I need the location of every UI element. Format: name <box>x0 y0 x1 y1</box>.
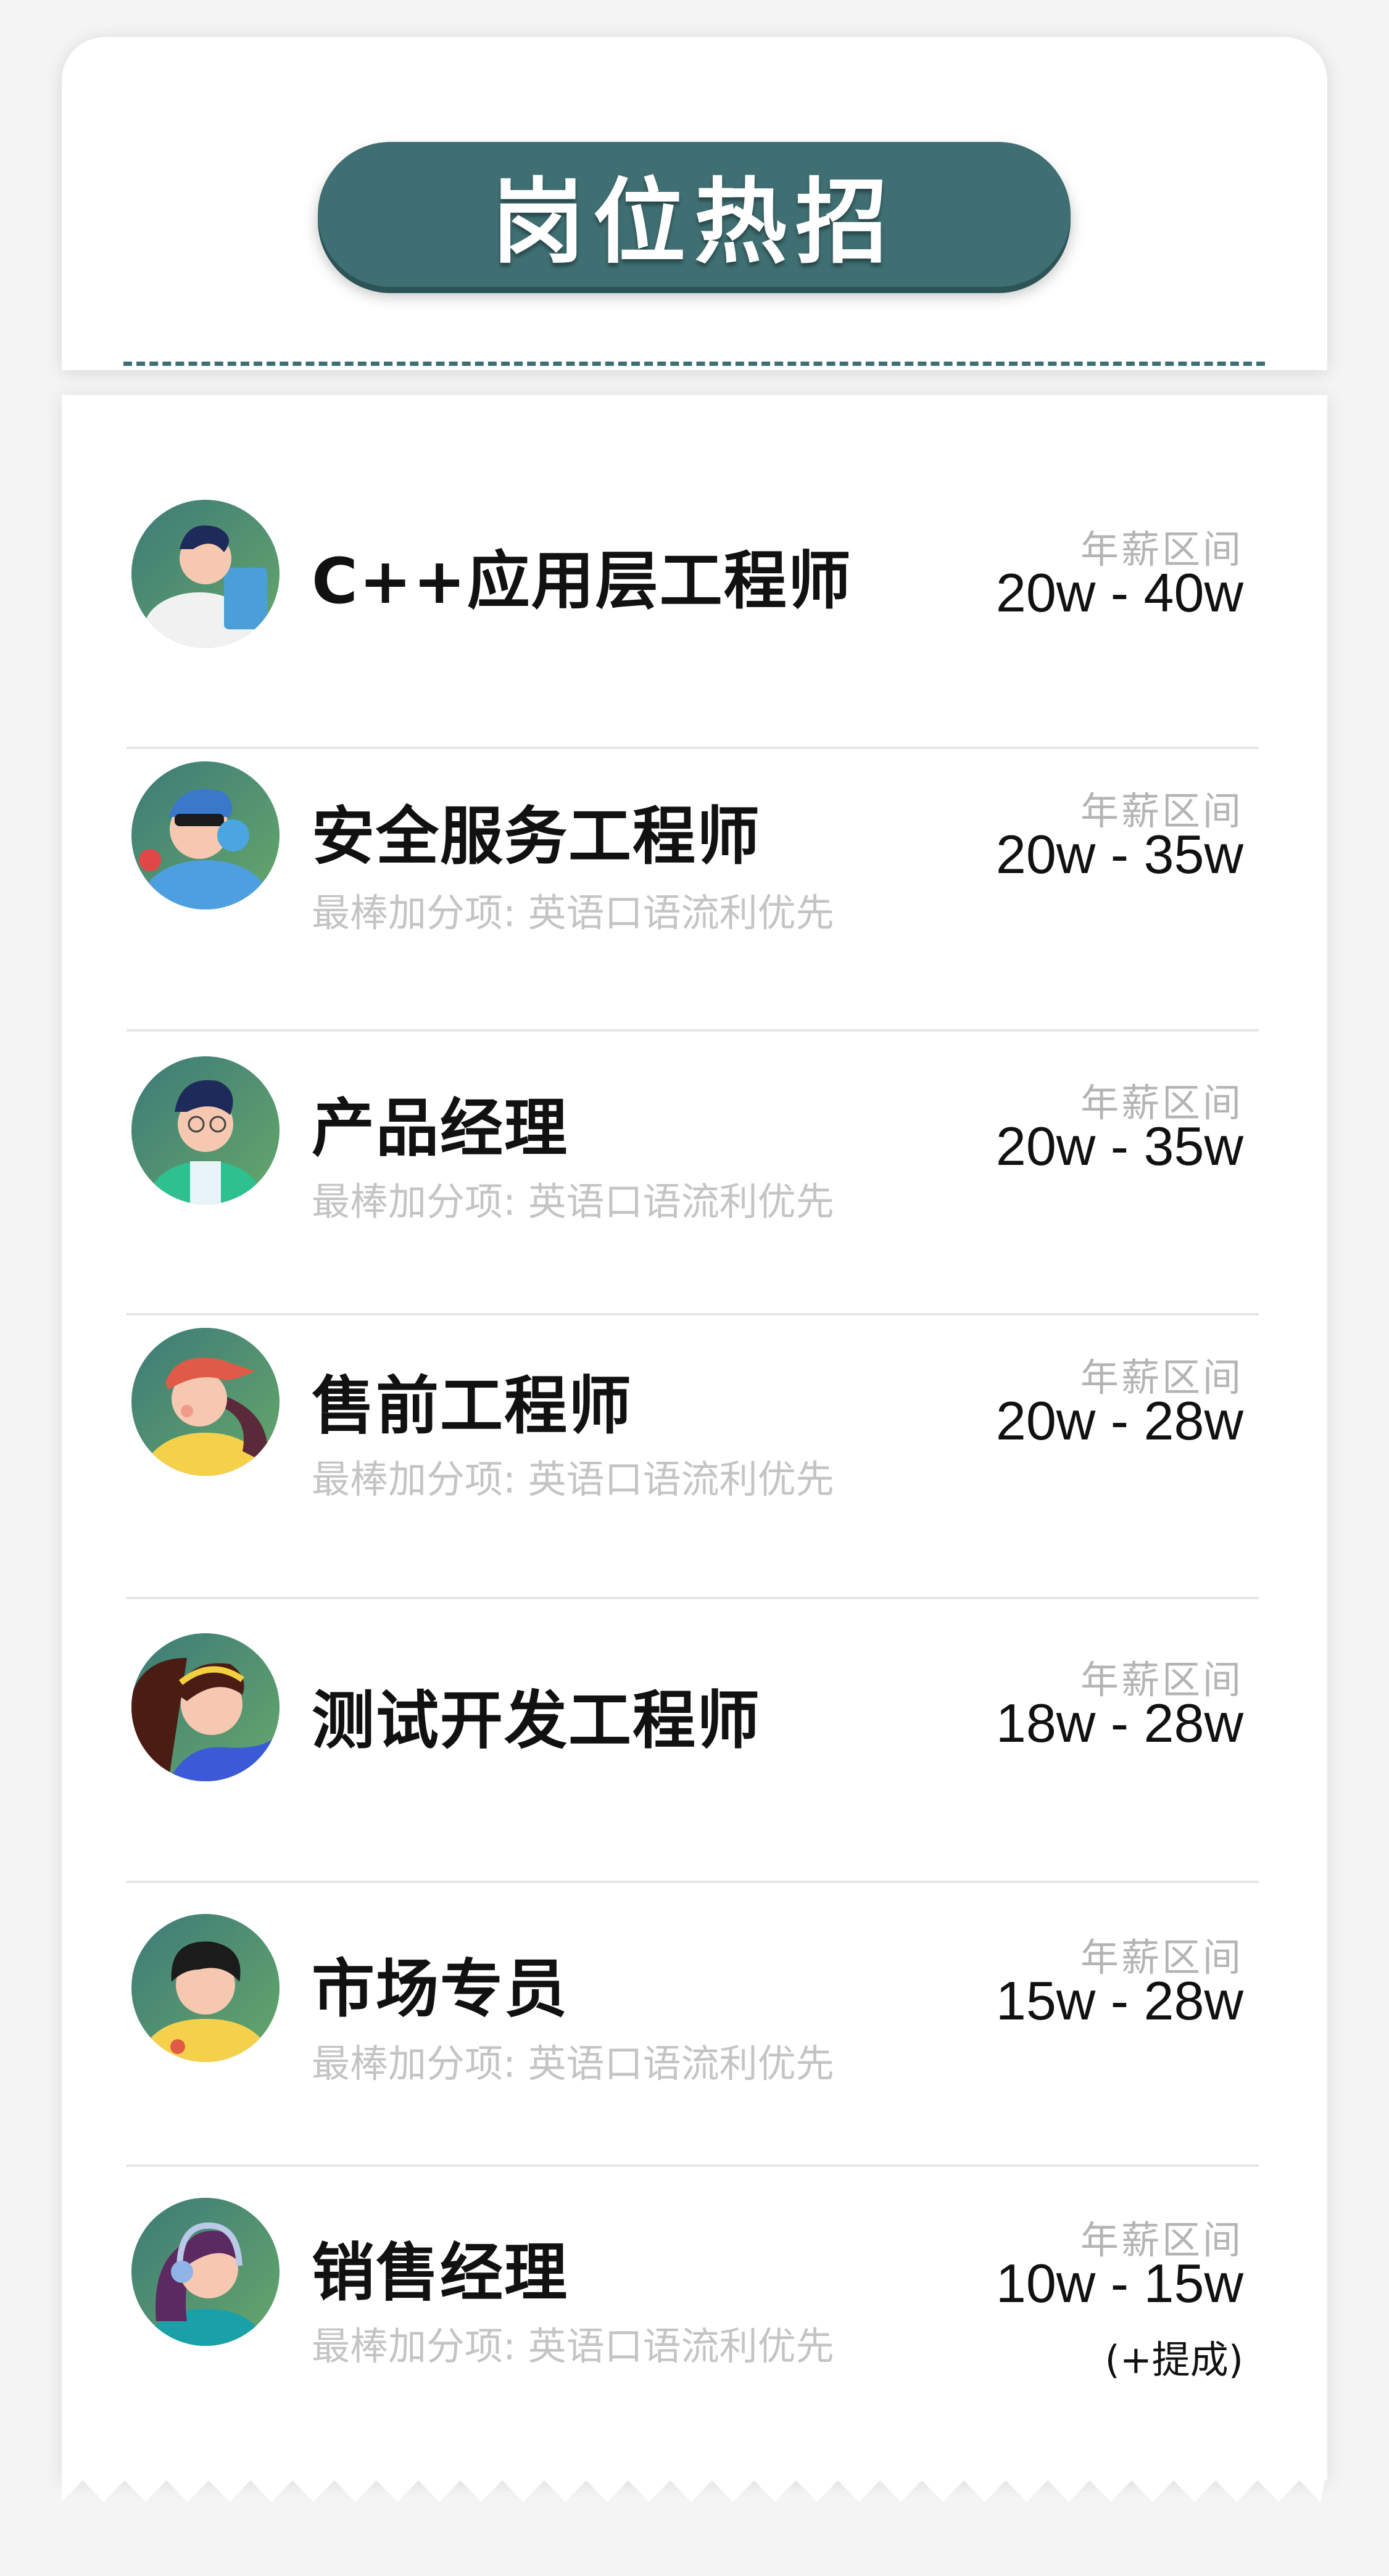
salary-range-value: 20w - 35w <box>995 1116 1243 1177</box>
section-title-pill: 岗位热招 <box>318 142 1071 287</box>
boy-with-tablet-avatar <box>131 500 280 648</box>
job-bonus-text: 最棒加分项: 英语口语流利优先 <box>312 2041 834 2086</box>
job-title: 售前工程师 <box>312 1370 632 1443</box>
job-bonus-text: 最棒加分项: 英语口语流利优先 <box>312 1179 834 1224</box>
job-bonus-text: 最棒加分项: 英语口语流利优先 <box>312 1457 834 1502</box>
salary-range-value: 18w - 28w <box>995 1692 1243 1754</box>
salary-range-value: 15w - 28w <box>995 1970 1243 2031</box>
job-title: 测试开发工程师 <box>312 1684 761 1758</box>
job-row[interactable]: 产品经理 最棒加分项: 英语口语流利优先 年薪区间 20w - 35w <box>126 1032 1259 1312</box>
girl-with-headphones-avatar <box>131 761 280 909</box>
job-bonus-text: 最棒加分项: 英语口语流利优先 <box>312 890 834 935</box>
salary-range-value: 20w - 35w <box>995 824 1243 885</box>
job-title: 市场专员 <box>312 1953 568 2026</box>
job-row[interactable]: C++应用层工程师 年薪区间 20w - 40w <box>126 487 1259 747</box>
salary-range-value: 10w - 15w <box>995 2253 1243 2314</box>
job-row[interactable]: 测试开发工程师 年薪区间 18w - 28w <box>126 1599 1259 1880</box>
girl-with-cap-avatar <box>131 1328 280 1476</box>
man-with-glasses-avatar <box>131 1056 280 1204</box>
section-title: 岗位热招 <box>491 169 897 276</box>
boy-in-yellow-avatar <box>131 1914 280 2062</box>
job-title: 产品经理 <box>312 1092 568 1166</box>
dashed-separator <box>123 362 1265 366</box>
zigzag-edge <box>62 2468 1327 2502</box>
job-row[interactable]: 安全服务工程师 最棒加分项: 英语口语流利优先 年薪区间 20w - 35w <box>126 749 1259 1030</box>
salary-range-value: 20w - 28w <box>995 1390 1243 1451</box>
job-bonus-text: 最棒加分项: 英语口语流利优先 <box>312 2324 834 2369</box>
job-row[interactable]: 销售经理 最棒加分项: 英语口语流利优先 年薪区间 10w - 15w (+提成… <box>126 2167 1259 2457</box>
girl-with-earphones-avatar <box>131 2198 280 2346</box>
job-row[interactable]: 售前工程师 最棒加分项: 英语口语流利优先 年薪区间 20w - 28w <box>126 1315 1259 1596</box>
girl-with-headband-avatar <box>131 1633 280 1781</box>
job-title: 销售经理 <box>312 2237 568 2310</box>
commission-note: (+提成) <box>1105 2337 1243 2382</box>
job-title: C++应用层工程师 <box>312 545 852 618</box>
job-title: 安全服务工程师 <box>312 800 761 874</box>
salary-range-value: 20w - 40w <box>995 562 1243 623</box>
job-row[interactable]: 市场专员 最棒加分项: 英语口语流利优先 年薪区间 15w - 28w <box>126 1883 1259 2164</box>
